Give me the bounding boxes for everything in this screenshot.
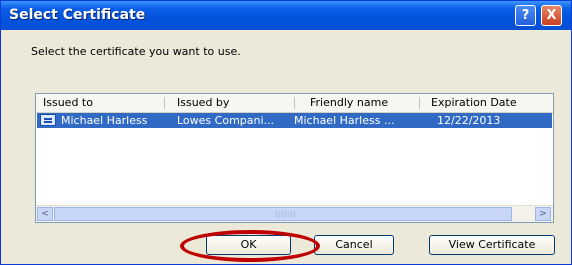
column-separator[interactable]: [419, 97, 420, 109]
view-certificate-button[interactable]: View Certificate: [429, 235, 555, 255]
certificate-row[interactable]: Michael Harless Lowes Compani... Michael…: [37, 113, 552, 128]
title-bar[interactable]: Select Certificate ? X: [1, 1, 571, 30]
certificate-icon: [40, 114, 56, 126]
help-button[interactable]: ?: [515, 5, 536, 26]
column-issued-by[interactable]: Issued by: [177, 96, 229, 109]
certificate-list[interactable]: Issued to Issued by Friendly name Expira…: [35, 93, 554, 223]
prompt-text: Select the certificate you want to use.: [31, 45, 241, 58]
column-issued-to[interactable]: Issued to: [43, 96, 93, 109]
scrollbar-thumb[interactable]: |||||||: [54, 207, 512, 221]
close-icon: X: [546, 8, 557, 23]
chevron-right-icon: >: [539, 209, 547, 219]
cell-issued-to: Michael Harless: [61, 114, 148, 127]
scroll-left-button[interactable]: <: [37, 207, 53, 221]
cell-issued-by: Lowes Compani...: [177, 114, 275, 127]
column-separator[interactable]: [294, 97, 295, 109]
horizontal-scrollbar[interactable]: < ||||||| >: [36, 205, 553, 222]
column-friendly-name[interactable]: Friendly name: [310, 96, 388, 109]
close-button[interactable]: X: [541, 5, 562, 26]
scrollbar-grip-icon: |||||||: [275, 211, 297, 218]
column-expiration-date[interactable]: Expiration Date: [431, 96, 517, 109]
cancel-button[interactable]: Cancel: [314, 235, 394, 255]
help-icon: ?: [521, 8, 530, 23]
scroll-right-button[interactable]: >: [535, 207, 551, 221]
column-separator[interactable]: [164, 97, 165, 109]
window-title: Select Certificate: [9, 7, 146, 23]
highlight-circle: [180, 230, 320, 262]
select-certificate-dialog: Select Certificate ? X Select the certif…: [0, 0, 572, 265]
chevron-left-icon: <: [41, 209, 49, 219]
cell-expiration-date: 12/22/2013: [437, 114, 501, 127]
cell-friendly-name: Michael Harless ...: [294, 114, 395, 127]
list-header: Issued to Issued by Friendly name Expira…: [36, 94, 553, 113]
